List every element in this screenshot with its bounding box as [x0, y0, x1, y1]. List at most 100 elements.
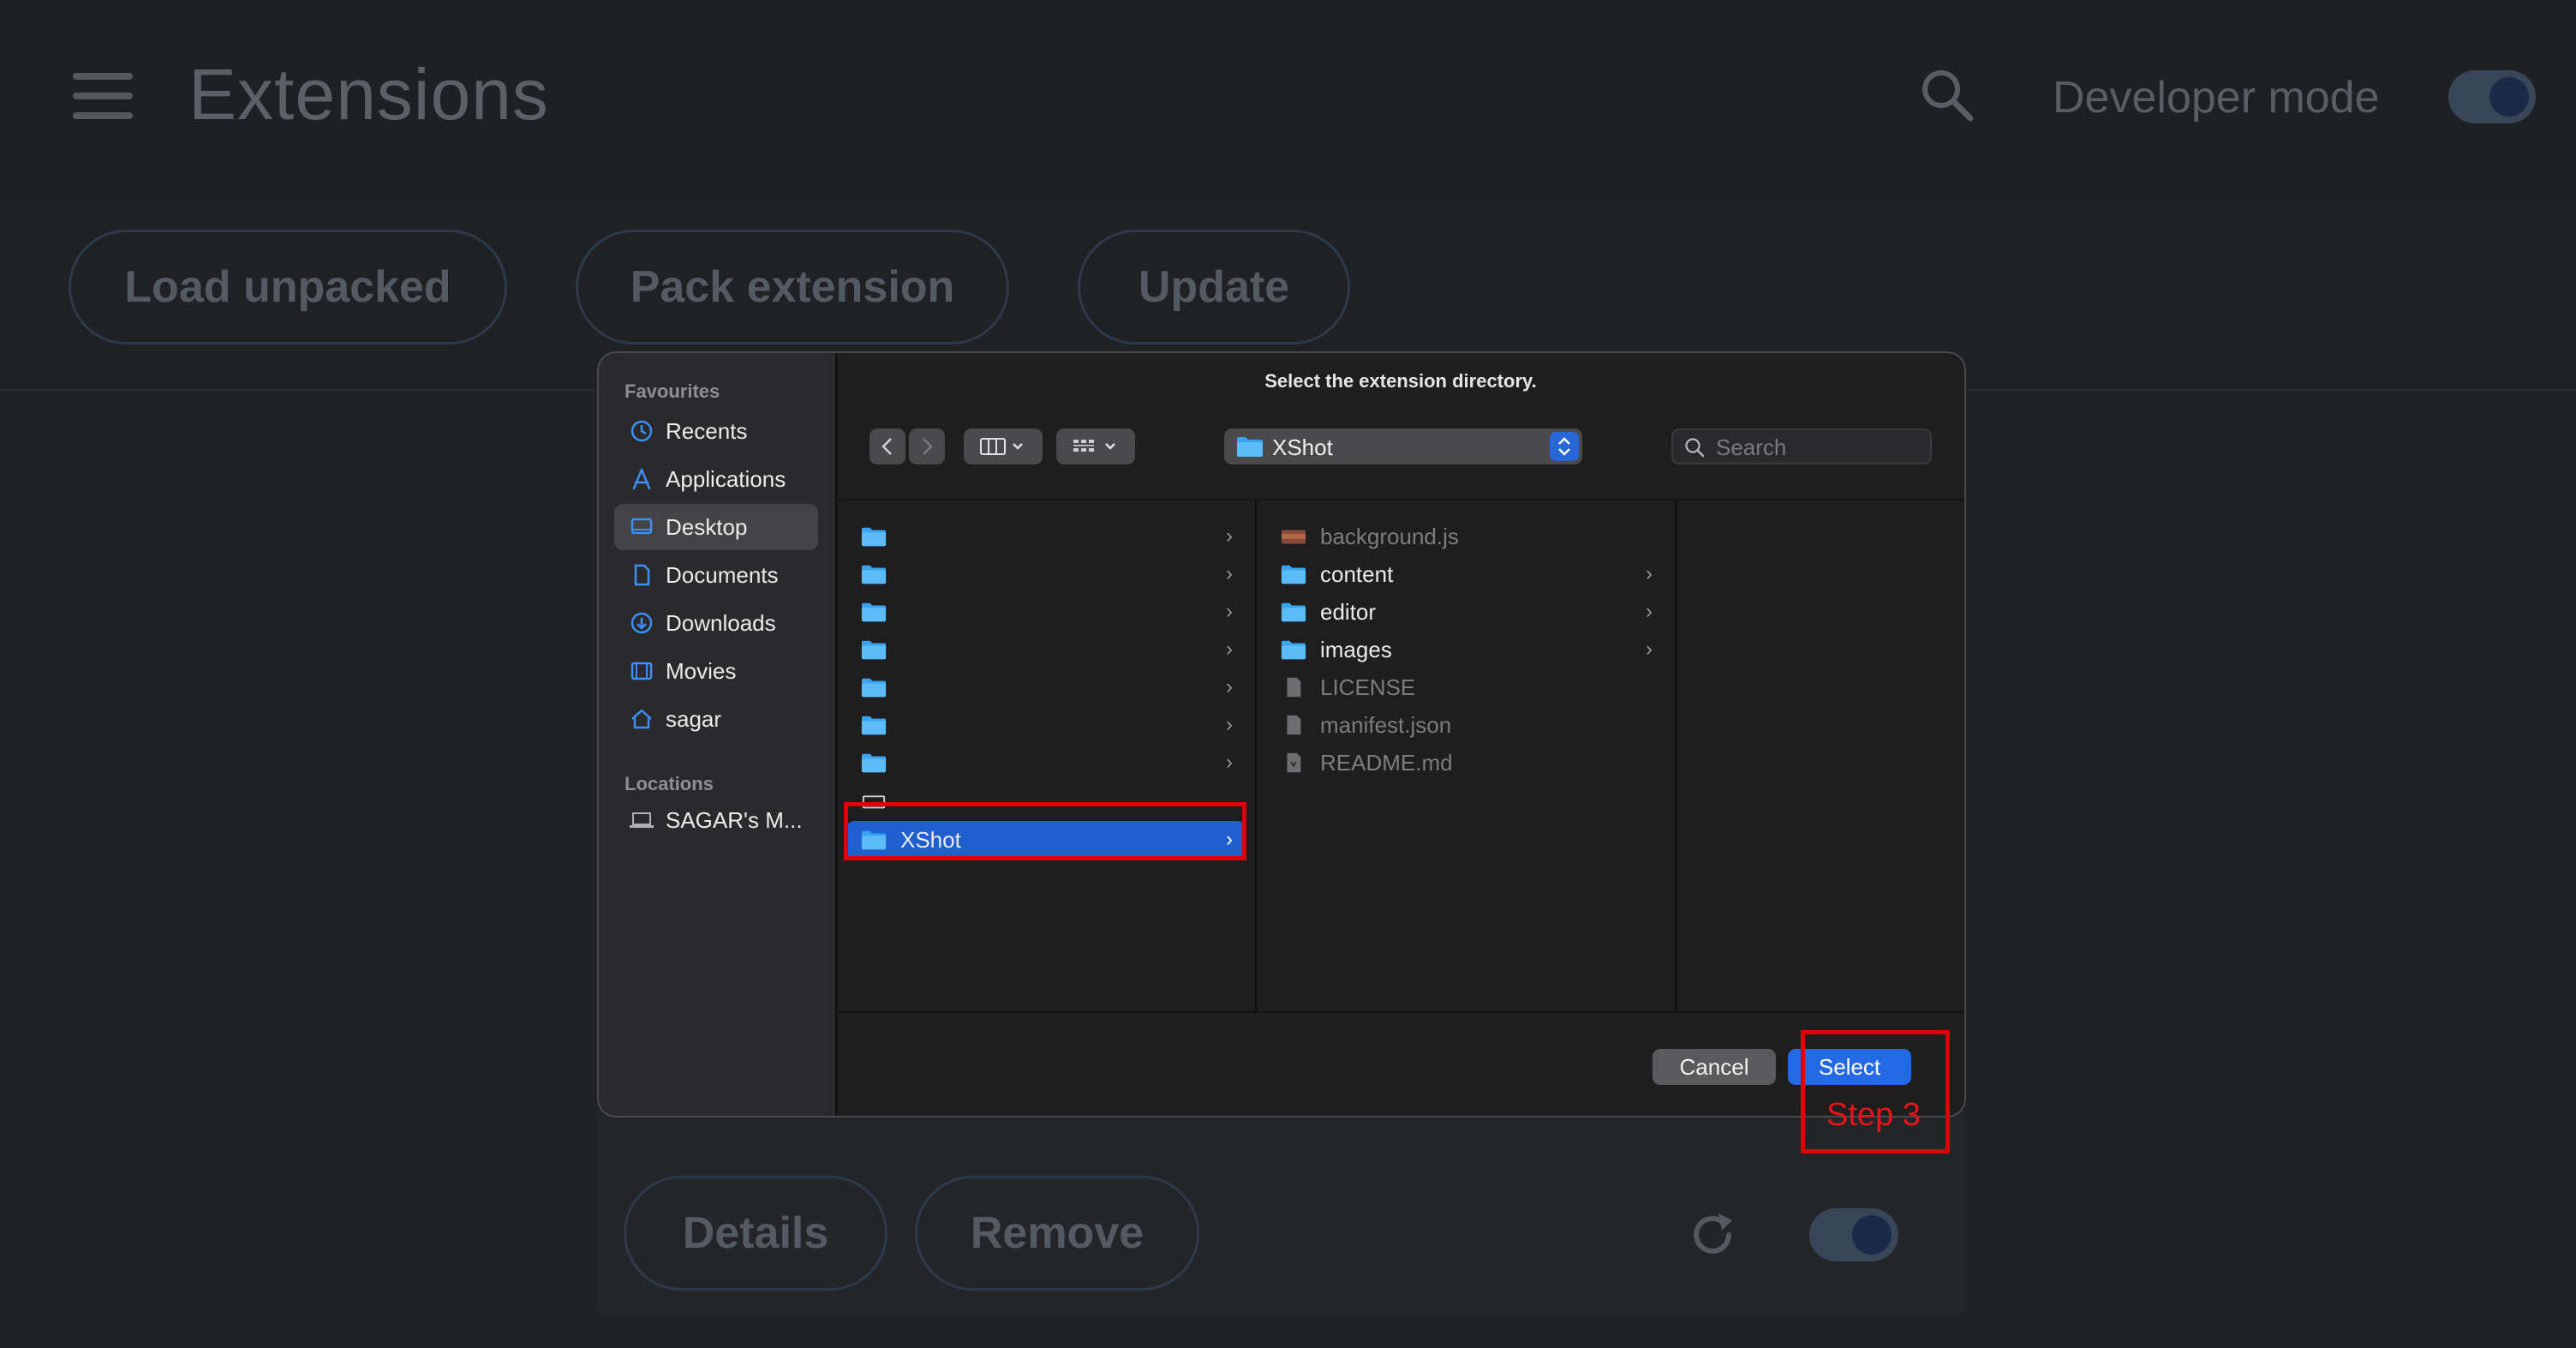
chevron-right-icon: › — [1226, 562, 1233, 585]
footer-divider — [837, 1011, 1964, 1013]
dialog-main: Select the extension directory. XShot Se… — [837, 353, 1964, 1116]
location-label: XShot — [1272, 434, 1333, 460]
chevron-right-icon: › — [1226, 524, 1233, 548]
remove-button[interactable]: Remove — [915, 1176, 1199, 1291]
chevron-right-icon: › — [1226, 638, 1233, 661]
dialog-title: Select the extension directory. — [1264, 370, 1537, 392]
document-icon — [628, 561, 655, 589]
list-item[interactable]: images › — [1267, 631, 1665, 668]
desktop-icon — [628, 513, 655, 541]
search-icon[interactable] — [1919, 67, 1974, 122]
list-item[interactable]: › — [847, 555, 1245, 593]
folder-icon — [861, 640, 887, 660]
item-name: images — [1320, 636, 1392, 662]
list-item[interactable]: README.md — [1267, 744, 1665, 782]
chevron-left-icon — [882, 438, 892, 455]
forward-button[interactable] — [909, 428, 945, 464]
folder-icon — [1281, 640, 1306, 660]
group-button[interactable] — [1056, 428, 1135, 464]
extension-enable-toggle[interactable] — [1809, 1208, 1898, 1261]
list-item[interactable]: › — [847, 631, 1245, 668]
folder-icon — [861, 602, 887, 622]
list-item[interactable]: background.js — [1267, 518, 1665, 555]
search-input[interactable] — [1714, 434, 1923, 461]
grid-icon — [1073, 440, 1115, 452]
reload-icon[interactable] — [1686, 1208, 1739, 1261]
list-item[interactable]: › — [847, 668, 1245, 706]
back-button[interactable] — [870, 428, 905, 464]
view-mode-button[interactable] — [964, 428, 1043, 464]
sidebar-item-recents[interactable]: Recents — [614, 408, 818, 454]
chevron-right-icon: › — [1646, 638, 1653, 661]
load-unpacked-button[interactable]: Load unpacked — [69, 230, 507, 344]
sidebar-item-label: sagar — [666, 705, 722, 732]
sidebar-item-documents[interactable]: Documents — [614, 552, 818, 598]
sidebar-item-applications[interactable]: Applications — [614, 456, 818, 502]
chevron-right-icon: › — [1226, 713, 1233, 736]
list-item[interactable]: › — [847, 593, 1245, 631]
file-dialog: Favourites Recents Applications Desktop … — [597, 351, 1966, 1117]
search-icon — [1685, 438, 1705, 458]
sidebar-item-label: Applications — [666, 465, 786, 492]
list-item[interactable]: editor › — [1267, 593, 1665, 631]
folder-icon — [861, 527, 887, 547]
file-icon — [1287, 715, 1301, 735]
sidebar-item-label: Documents — [666, 561, 779, 588]
list-item[interactable]: manifest.json — [1267, 706, 1665, 744]
sidebar-item-label: Desktop — [666, 513, 748, 540]
sidebar-item-label: Movies — [666, 657, 737, 684]
chevron-right-icon: › — [1226, 751, 1233, 774]
film-icon — [628, 657, 655, 685]
search-field[interactable] — [1671, 428, 1932, 464]
sidebar-item-sagar[interactable]: sagar — [614, 696, 818, 742]
sidebar-item-downloads[interactable]: Downloads — [614, 600, 818, 646]
developer-mode-label: Developer mode — [2053, 73, 2380, 123]
laptop-icon — [628, 806, 655, 834]
folder-icon — [1237, 437, 1263, 457]
sidebar-item-label: Recents — [666, 417, 748, 444]
list-item[interactable]: › — [847, 706, 1245, 744]
chevron-right-icon: › — [1226, 600, 1233, 623]
folder-icon — [1281, 565, 1306, 584]
locations-heading: Locations — [625, 773, 714, 794]
highlight-box-select — [1801, 1030, 1950, 1153]
file-icon — [1287, 677, 1301, 698]
sidebar-item-label: Downloads — [666, 609, 776, 636]
list-item[interactable]: content › — [1267, 555, 1665, 593]
clock-icon — [628, 417, 655, 445]
folder-icon — [1281, 602, 1306, 622]
browser-column-1: › › › › › › › XShot › — [837, 500, 1257, 1011]
image-file-icon — [1281, 530, 1306, 544]
folder-icon — [861, 565, 887, 584]
folder-icon — [861, 716, 887, 735]
updown-arrows-icon — [1550, 432, 1579, 461]
columns-view-icon — [980, 438, 1023, 455]
item-name: content — [1320, 560, 1394, 587]
sidebar-item-movies[interactable]: Movies — [614, 648, 818, 694]
list-item[interactable]: LICENSE — [1267, 668, 1665, 706]
chevron-right-icon: › — [1646, 600, 1653, 623]
chevron-right-icon — [923, 438, 933, 455]
item-name: README.md — [1320, 749, 1453, 776]
list-item[interactable]: › — [847, 744, 1245, 782]
download-icon — [628, 609, 655, 637]
update-button[interactable]: Update — [1078, 230, 1350, 344]
chevron-right-icon: › — [1646, 562, 1653, 585]
folder-icon — [861, 678, 887, 698]
sidebar-item-macbook[interactable]: SAGAR's M... — [614, 797, 818, 843]
developer-mode-toggle[interactable] — [2448, 70, 2536, 123]
details-button[interactable]: Details — [624, 1176, 888, 1291]
folder-icon — [861, 753, 887, 773]
location-popup[interactable]: XShot — [1224, 428, 1582, 464]
applications-icon — [628, 465, 655, 493]
list-item[interactable]: › — [847, 518, 1245, 555]
cancel-button[interactable]: Cancel — [1653, 1049, 1776, 1085]
favourites-heading: Favourites — [625, 380, 720, 402]
file-icon — [1287, 752, 1301, 773]
sidebar-item-desktop[interactable]: Desktop — [614, 504, 818, 550]
hamburger-menu-icon[interactable] — [73, 73, 133, 119]
step-label: Step 3 — [1826, 1097, 1921, 1133]
browser-column-2: background.js content › editor › images … — [1257, 500, 1676, 1011]
pack-extension-button[interactable]: Pack extension — [576, 230, 1009, 344]
home-icon — [628, 705, 655, 733]
